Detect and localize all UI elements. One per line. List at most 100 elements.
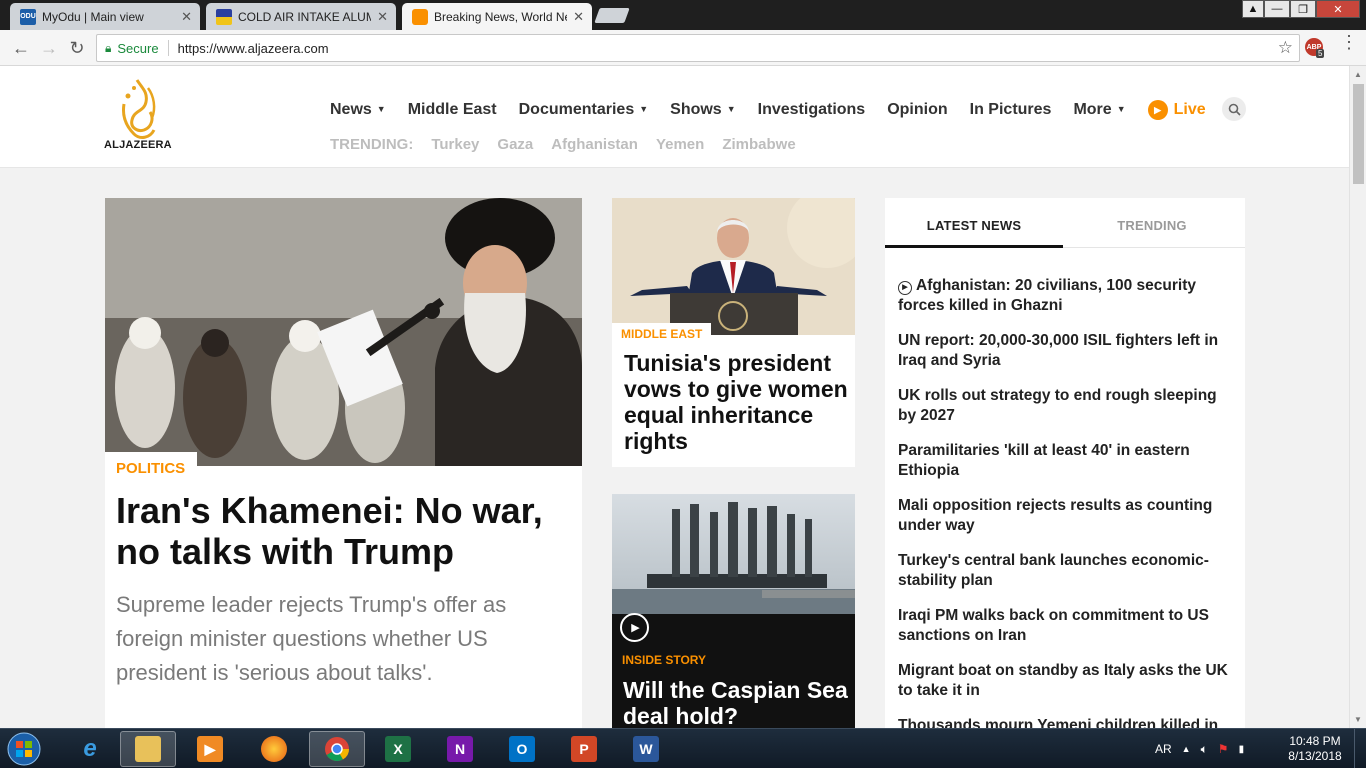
story-image[interactable] [612,198,855,335]
hero-image[interactable] [105,198,582,466]
nav-label: News [330,101,372,118]
category-label[interactable]: POLITICS [105,452,198,482]
bookmark-star-icon[interactable]: ☆ [1278,38,1293,58]
taskbar-chrome[interactable] [309,731,365,767]
news-item[interactable]: Iraqi PM walks back on commitment to US … [898,606,1233,661]
new-tab-button[interactable] [594,8,630,23]
nav-item-opinion[interactable]: Opinion [887,101,947,119]
outlook-icon: O [509,736,535,762]
network-icon[interactable]: ▮ [1239,744,1245,755]
search-button[interactable] [1222,97,1246,121]
close-tab-icon[interactable]: ✕ [377,9,388,25]
powerpoint-icon: P [571,736,597,762]
nav-item-news[interactable]: News ▼ [330,101,386,119]
news-item-text: Afghanistan: 20 civilians, 100 security … [898,277,1196,314]
close-tab-icon[interactable]: ✕ [573,9,584,25]
news-item[interactable]: Turkey's central bank launches economic-… [898,551,1233,606]
trending-link[interactable]: Zimbabwe [722,136,795,153]
logo-wordmark[interactable]: ALJAZEERA [104,139,172,151]
scroll-up-icon[interactable]: ▲ [1354,70,1362,79]
headline[interactable]: Tunisia's president vows to give women e… [624,350,850,454]
back-button[interactable]: ← [10,37,32,59]
taskbar-excel[interactable]: X [370,731,426,767]
close-tab-icon[interactable]: ✕ [181,9,192,25]
taskbar-outlook[interactable]: O [494,731,550,767]
news-item[interactable]: Thousands mourn Yemeni children killed i… [898,716,1233,728]
tab-aljazeera[interactable]: Breaking News, World Ne ✕ [402,3,592,30]
show-desktop-button[interactable] [1354,729,1366,768]
word-icon: W [633,736,659,762]
taskbar-media-player[interactable]: ▶ [182,731,238,767]
nav-item-more[interactable]: More ▼ [1073,101,1125,119]
address-bar[interactable]: 🔒︎ Secure https://www.aljazeera.com ☆ [96,34,1300,62]
nav-item-documentaries[interactable]: Documentaries ▼ [519,101,649,119]
url-text[interactable]: https://www.aljazeera.com [178,41,329,56]
scroll-down-icon[interactable]: ▼ [1354,715,1362,724]
language-indicator[interactable]: AR [1155,742,1172,756]
play-icon: ▶ [1147,100,1168,120]
firefox-icon [261,736,287,762]
play-video-icon[interactable]: ▶ [620,613,649,642]
start-button[interactable] [4,730,44,768]
news-item[interactable]: UN report: 20,000-30,000 ISIL fighters l… [898,331,1233,386]
site-header: ALJAZEERA News ▼ Middle East Documentarie… [0,66,1349,168]
nav-item-in-pictures[interactable]: In Pictures [970,101,1052,119]
trending-link[interactable]: Gaza [497,136,533,153]
trending-bar: TRENDING: Turkey Gaza Afghanistan Yemen … [330,136,814,153]
category-label[interactable]: INSIDE STORY [622,653,706,667]
window-controls: ▲ — ❐ ✕ [1242,0,1360,18]
headline[interactable]: Will the Caspian Sea deal hold? [623,677,849,728]
trending-link[interactable]: Afghanistan [551,136,638,153]
show-hidden-icons-icon[interactable]: ▲ [1182,744,1191,754]
reload-button[interactable]: ↻ [66,37,88,59]
tab-title: Breaking News, World Ne [434,9,568,24]
hero-story[interactable]: POLITICS Iran's Khamenei: No war, no tal… [105,198,582,728]
user-icon[interactable]: ▲ [1242,0,1264,18]
news-list: ▶ Afghanistan: 20 civilians, 100 security… [898,276,1233,728]
page-viewport: ALJAZEERA News ▼ Middle East Documentarie… [0,66,1366,728]
news-item[interactable]: ▶ Afghanistan: 20 civilians, 100 security… [898,276,1233,331]
taskbar-firefox[interactable] [246,731,302,767]
tab-latest-news[interactable]: LATEST NEWS [885,198,1063,248]
close-window-button[interactable]: ✕ [1316,0,1360,18]
taskbar-powerpoint[interactable]: P [556,731,612,767]
browser-menu-icon[interactable]: ⋮ [1340,33,1358,51]
story-card[interactable]: MIDDLE EAST Tunisia's president vows to … [612,198,855,467]
action-center-icon[interactable]: ⚑ [1218,742,1229,756]
news-item[interactable]: UK rolls out strategy to end rough sleep… [898,386,1233,441]
trending-link[interactable]: Yemen [656,136,704,153]
store-favicon-icon [216,8,232,25]
trending-link[interactable]: Turkey [431,136,479,153]
secure-label: Secure [117,40,159,56]
chevron-down-icon: ▼ [1116,104,1126,114]
live-label: Live [1173,101,1206,118]
video-story-card[interactable]: ▶ INSIDE STORY Will the Caspian Sea deal… [612,494,855,728]
restore-button[interactable]: ❐ [1290,0,1316,18]
tab-cold-air-intake[interactable]: COLD AIR INTAKE ALUMI ✕ [206,3,396,30]
taskbar-onenote[interactable]: N [432,731,488,767]
news-item[interactable]: Paramilitaries 'kill at least 40' in eas… [898,441,1233,496]
scrollbar-thumb[interactable] [1353,84,1364,184]
tab-myodu[interactable]: ODU MyOdu | Main view ✕ [10,3,200,30]
forward-button[interactable]: → [38,37,60,59]
taskbar-internet-explorer[interactable]: e [62,731,118,767]
page-scrollbar[interactable]: ▲ ▼ [1349,66,1366,728]
panel-tabs: LATEST NEWS TRENDING [885,198,1245,248]
volume-icon[interactable]: 🔈︎ [1201,742,1208,757]
live-button[interactable]: ▶ Live [1147,100,1206,120]
nav-item-shows[interactable]: Shows ▼ [670,101,735,119]
nav-label: Shows [670,101,722,118]
category-label[interactable]: MIDDLE EAST [612,323,712,344]
taskbar-word[interactable]: W [618,731,674,767]
news-item[interactable]: Migrant boat on standby as Italy asks th… [898,661,1233,716]
taskbar-file-explorer[interactable] [120,731,176,767]
news-item[interactable]: Mali opposition rejects results as count… [898,496,1233,551]
tab-title: MyOdu | Main view [42,9,144,24]
tab-trending[interactable]: TRENDING [1063,198,1241,248]
extension-badge-count: 5 [1316,49,1325,58]
nav-item-middle-east[interactable]: Middle East [408,101,497,119]
minimize-button[interactable]: — [1264,0,1290,18]
system-clock[interactable]: 10:48 PM 8/13/2018 [1284,734,1346,764]
headline[interactable]: Iran's Khamenei: No war, no talks with T… [116,490,576,572]
nav-item-investigations[interactable]: Investigations [758,101,866,119]
